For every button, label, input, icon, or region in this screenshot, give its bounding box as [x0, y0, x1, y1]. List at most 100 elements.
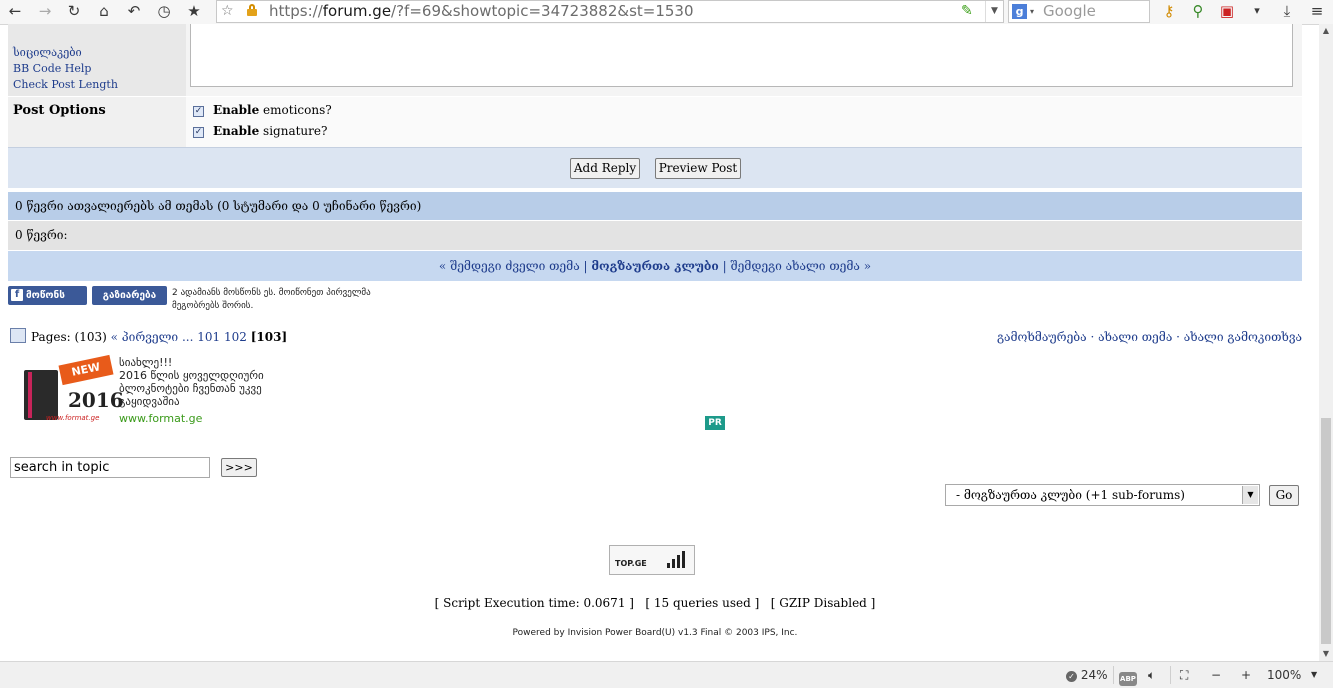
scroll-down-icon[interactable]: ▼ — [1319, 647, 1333, 661]
chevron-down-icon[interactable]: ▼ — [1242, 486, 1258, 504]
topic-search-input[interactable]: search in topic — [10, 457, 210, 478]
facebook-share-button[interactable]: გაზიარება — [92, 286, 167, 305]
top-ge-counter[interactable]: TOP.GE — [609, 545, 695, 575]
ad-line: სიახლე!!! — [119, 356, 173, 369]
url-dropdown-icon[interactable]: ▼ — [985, 1, 1003, 22]
script-stats: [ Script Execution time: 0.0671 ] [ 15 q… — [434, 596, 876, 610]
add-reply-button[interactable]: Add Reply — [570, 158, 640, 179]
adblock-plus-icon[interactable]: ABP — [1119, 662, 1137, 688]
facebook-like-text: 2 ადამიანს მოსწონს ეს. მოიწონეთ პირველმა… — [172, 287, 371, 313]
facebook-icon: f — [11, 289, 23, 301]
current-page: 103 — [256, 330, 282, 344]
pages-icon[interactable] — [10, 328, 26, 343]
preview-post-button[interactable]: Preview Post — [655, 158, 741, 179]
percent-indicator[interactable]: ✓ 24% — [1066, 662, 1108, 688]
extension-icon[interactable]: ✎ — [961, 3, 973, 19]
percent-value: 24% — [1080, 668, 1108, 682]
ad-line: გაყიდვაშია — [119, 395, 180, 408]
viewers-summary: 0 წევრი ათვალიერებს ამ თემას (0 სტუმარი … — [15, 199, 422, 213]
facebook-like-label: მოწონს — [26, 290, 65, 301]
ad-line: ბლოკნოტები ჩვენთან უკვე — [119, 382, 262, 395]
post-options-label-cell: Post Options — [8, 97, 186, 147]
facebook-text-line2: მეგობრებს შორის. — [172, 301, 254, 311]
nav-separator: | — [718, 259, 731, 273]
page-link[interactable]: 102 — [224, 330, 247, 344]
topic-navigation-bar: « შემდეგი ძველი თემა | მოგზაურთა კლუბი |… — [8, 251, 1302, 281]
search-placeholder: Google — [1043, 2, 1096, 20]
counter-bar — [682, 551, 685, 568]
facebook-like-button[interactable]: f მოწონს — [8, 286, 87, 305]
enable-signature-label: Enable signature? — [213, 124, 328, 138]
enable-signature-checkbox[interactable]: ✓ — [193, 127, 204, 138]
previous-topic-link[interactable]: « შემდეგი ძველი თემა — [439, 259, 580, 273]
enable-emoticons-checkbox[interactable]: ✓ — [193, 106, 204, 117]
check-icon: ✓ — [1066, 671, 1077, 682]
reload-icon[interactable]: ↻ — [63, 1, 85, 21]
google-icon[interactable]: g — [1012, 4, 1027, 19]
vertical-scrollbar[interactable]: ▲ ▼ — [1319, 24, 1333, 661]
history-icon[interactable]: ↶ — [123, 1, 145, 21]
counter-bar — [667, 563, 670, 568]
scroll-thumb[interactable] — [1321, 418, 1331, 644]
ad-line: 2016 წლის ყოველდღიური — [119, 369, 264, 382]
zoom-in-icon[interactable]: + — [1241, 662, 1251, 688]
forum-link[interactable]: მოგზაურთა კლუბი — [591, 259, 718, 273]
first-page-link[interactable]: « პირველი — [111, 330, 179, 344]
menu-dropdown-icon[interactable]: ▾ — [1246, 1, 1268, 21]
zoom-dropdown-icon[interactable]: ▼ — [1311, 662, 1317, 688]
bookmark-star-icon[interactable]: ★ — [183, 1, 205, 21]
enable-emoticons-label: Enable emoticons? — [213, 103, 332, 117]
pagination: Pages: (103) « პირველი ... 101 102 [103] — [10, 328, 287, 344]
format-ad-text[interactable]: სიახლე!!! 2016 წლის ყოველდღიური ბლოკნოტე… — [119, 356, 264, 408]
download-icon[interactable]: ⤓ — [1276, 1, 1298, 21]
pages-count: (103) — [74, 330, 107, 344]
emoticons-link[interactable]: სიცილაკები — [13, 46, 82, 59]
url-bar[interactable]: ☆ https://forum.ge/?f=69&showtopic=34723… — [216, 0, 1004, 23]
topic-search-button[interactable]: >>> — [221, 458, 257, 477]
url-text[interactable]: https://forum.ge/?f=69&showtopic=3472388… — [269, 1, 694, 22]
top-ge-label: TOP.GE — [615, 559, 647, 568]
lock-icon[interactable] — [247, 4, 257, 16]
zoom-out-icon[interactable]: − — [1211, 662, 1221, 688]
search-engine-dropdown-icon[interactable]: ▾ — [1030, 1, 1034, 22]
viewers-summary-bar: 0 წევრი ათვალიერებს ამ თემას (0 სტუმარი … — [8, 192, 1302, 220]
facebook-text-line1: 2 ადამიანს მოსწონს ეს. მოიწონეთ პირველმა — [172, 288, 371, 298]
speaker-icon[interactable]: 🔈︎ — [1148, 662, 1155, 688]
check-post-length-link[interactable]: Check Post Length — [13, 78, 118, 91]
back-icon[interactable]: ← — [4, 1, 26, 21]
counter-bar — [677, 555, 680, 568]
new-badge: NEW — [58, 354, 114, 386]
page-link[interactable]: 101 — [197, 330, 220, 344]
post-tools-cell: სიცილაკები BB Code Help Check Post Lengt… — [8, 24, 186, 96]
viewers-members: 0 წევრი: — [15, 228, 68, 242]
post-textarea[interactable] — [190, 24, 1293, 87]
clock-icon[interactable]: ◷ — [153, 1, 175, 21]
format-ad-image[interactable]: NEW 2016 www.format.ge — [20, 354, 124, 424]
fullscreen-icon[interactable]: ⛶ — [1180, 662, 1188, 688]
forum-jump-go-button[interactable]: Go — [1269, 485, 1299, 506]
bbcode-help-link[interactable]: BB Code Help — [13, 62, 91, 75]
bookmark-page-icon[interactable]: ☆ — [221, 1, 234, 22]
adblock-icon[interactable]: ▣ — [1216, 1, 1238, 21]
reply-buttons-bar: Add Reply Preview Post — [8, 147, 1302, 188]
post-textarea-cell — [186, 24, 1302, 96]
user-icon[interactable]: ⚲ — [1187, 1, 1209, 21]
search-bar[interactable]: g ▾ Google — [1008, 0, 1150, 23]
forum-jump-select[interactable]: - მოგზაურთა კლუბი (+1 sub-forums) ▼ — [945, 484, 1260, 506]
pr-badge[interactable]: PR — [705, 416, 725, 430]
topic-actions-links[interactable]: გამოხმაურება · ახალი თემა · ახალი გამოკი… — [997, 330, 1302, 344]
ad-image-url: www.format.ge — [46, 414, 100, 422]
post-options-cell: ✓ Enable emoticons? ✓ Enable signature? — [186, 97, 1302, 147]
scroll-up-icon[interactable]: ▲ — [1319, 24, 1333, 38]
next-topic-link[interactable]: შემდეგი ახალი თემა » — [730, 259, 871, 273]
nav-separator: | — [579, 259, 592, 273]
forward-icon[interactable]: → — [34, 1, 56, 21]
menu-icon[interactable]: ≡ — [1306, 1, 1328, 21]
format-ad-url[interactable]: www.format.ge — [119, 412, 202, 425]
forum-jump-selected: - მოგზაურთა კლუბი (+1 sub-forums) — [956, 488, 1185, 502]
pages-ellipsis: ... — [181, 330, 194, 344]
home-icon[interactable]: ⌂ — [93, 1, 115, 21]
key-icon[interactable]: ⚷ — [1158, 1, 1180, 21]
zoom-level[interactable]: 100% — [1267, 662, 1301, 688]
ad-year: 2016 — [68, 388, 124, 412]
